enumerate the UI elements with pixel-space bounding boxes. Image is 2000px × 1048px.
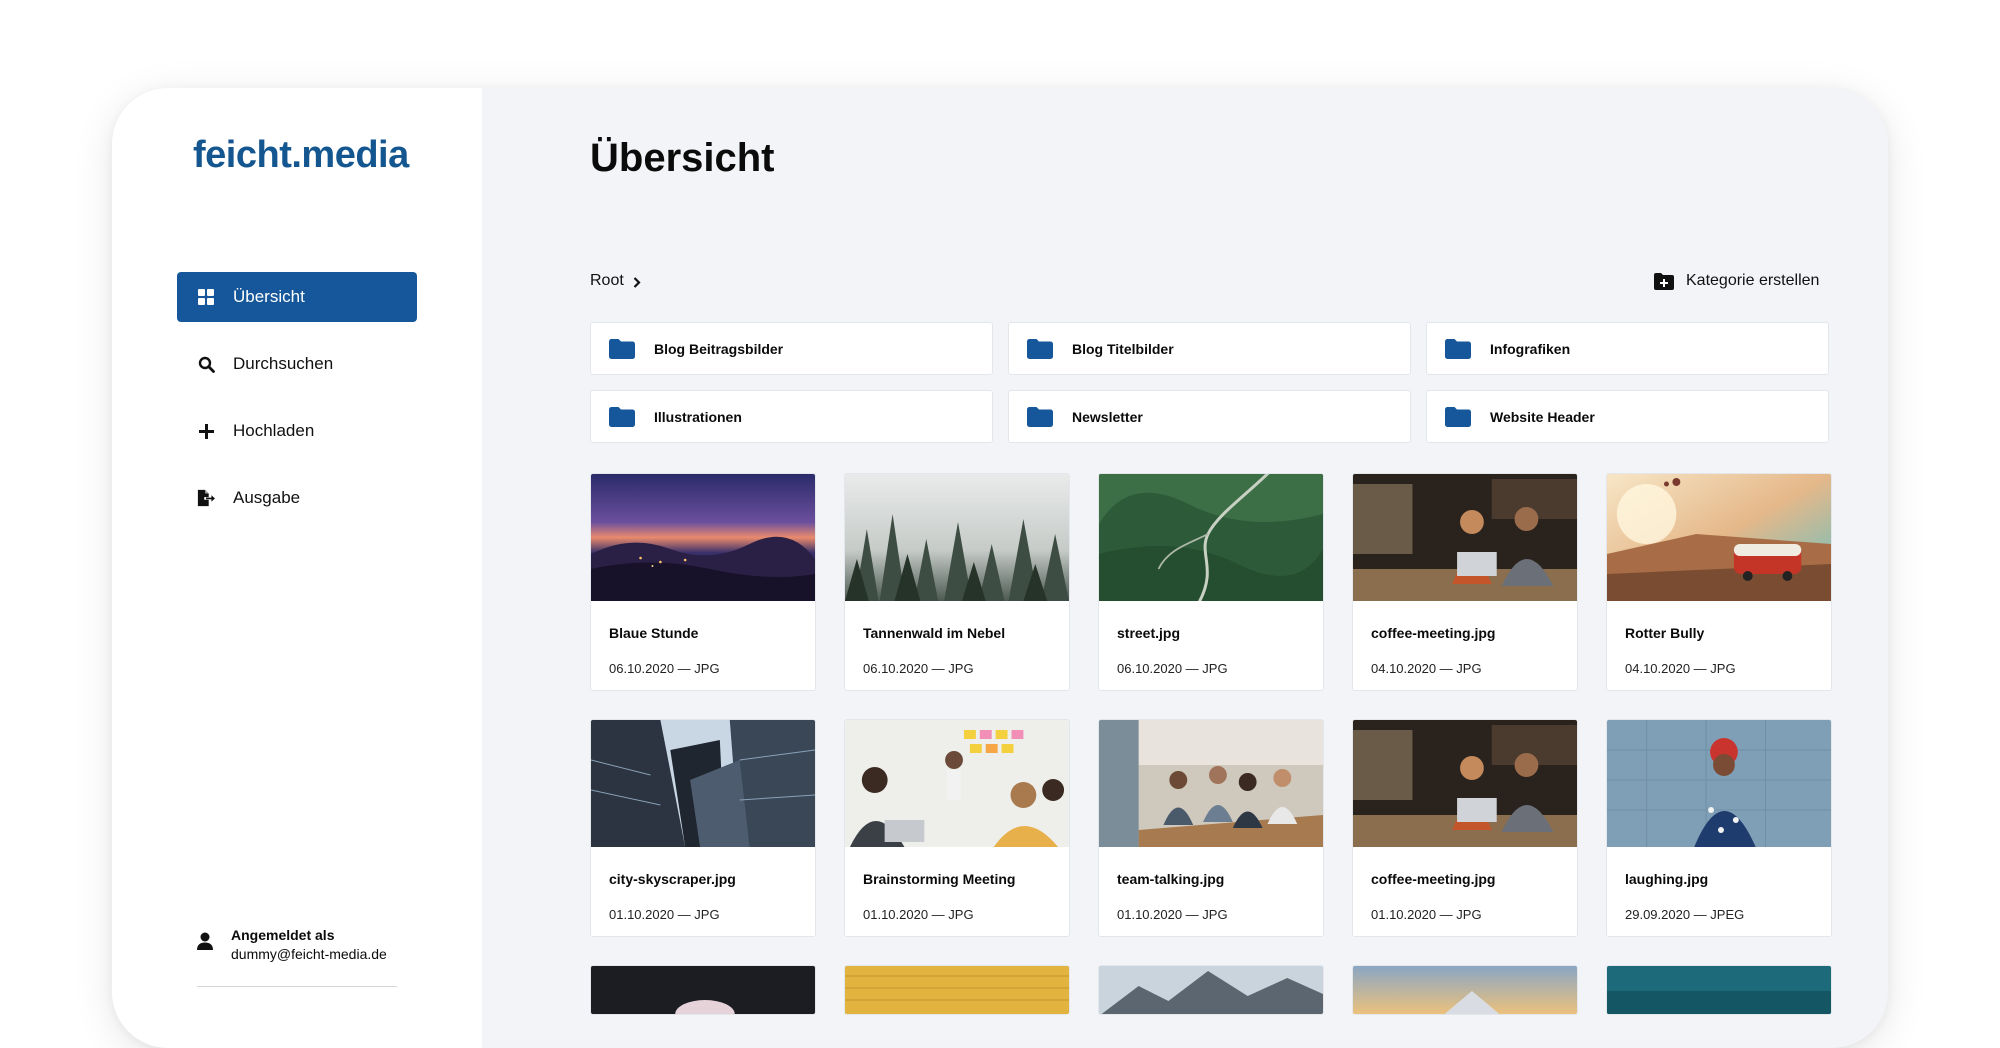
image-card[interactable]: laughing.jpg 29.09.2020 — JPEG xyxy=(1606,719,1832,937)
image-name: street.jpg xyxy=(1117,625,1181,641)
folder-name: Website Header xyxy=(1490,408,1595,425)
image-card[interactable]: team-talking.jpg 01.10.2020 — JPG xyxy=(1098,719,1324,937)
image-card[interactable] xyxy=(844,965,1070,1015)
image-thumbnail xyxy=(1607,474,1831,601)
image-thumbnail xyxy=(1353,966,1577,1014)
image-thumbnail xyxy=(1353,474,1577,601)
logo[interactable]: feicht.media xyxy=(193,134,409,177)
folder-icon xyxy=(1027,338,1053,359)
image-card[interactable] xyxy=(1352,965,1578,1015)
folder-item[interactable]: Website Header xyxy=(1426,390,1829,443)
sidebar: feicht.media Übersicht Durchsuchen Hochl… xyxy=(112,88,482,1048)
nav-label: Ausgabe xyxy=(233,488,301,507)
dashboard-icon xyxy=(197,288,215,306)
chevron-right-icon xyxy=(633,275,643,288)
image-name: team-talking.jpg xyxy=(1117,871,1225,887)
image-thumbnail xyxy=(591,720,815,847)
folder-item[interactable]: Infografiken xyxy=(1426,322,1829,375)
image-card[interactable]: coffee-meeting.jpg 04.10.2020 — JPG xyxy=(1352,473,1578,691)
folder-item[interactable]: Blog Titelbilder xyxy=(1008,322,1411,375)
sidebar-nav: Übersicht Durchsuchen Hochladen Ausgabe xyxy=(177,272,417,540)
divider xyxy=(197,986,397,987)
folder-icon xyxy=(1027,406,1053,427)
user-icon xyxy=(197,932,215,952)
image-name: Brainstorming Meeting xyxy=(863,871,1016,887)
nav-item-ausgabe[interactable]: Ausgabe xyxy=(177,473,417,523)
image-meta: 04.10.2020 — JPG xyxy=(1625,661,1736,676)
image-meta: 01.10.2020 — JPG xyxy=(609,907,720,922)
image-thumbnail xyxy=(1607,966,1831,1014)
search-icon xyxy=(197,355,215,373)
folder-name: Blog Beitragsbilder xyxy=(654,340,784,357)
image-meta: 04.10.2020 — JPG xyxy=(1371,661,1482,676)
create-category-button[interactable]: Kategorie erstellen xyxy=(1654,272,1819,290)
image-name: coffee-meeting.jpg xyxy=(1371,625,1496,641)
folder-name: Illustrationen xyxy=(654,408,742,425)
user-info: Angemeldet als dummy@feicht-media.de xyxy=(197,926,387,964)
image-card[interactable] xyxy=(590,965,816,1015)
image-card[interactable]: city-skyscraper.jpg 01.10.2020 — JPG xyxy=(590,719,816,937)
image-card[interactable]: Tannenwald im Nebel 06.10.2020 — JPG xyxy=(844,473,1070,691)
folder-item[interactable]: Illustrationen xyxy=(590,390,993,443)
nav-label: Hochladen xyxy=(233,421,315,440)
image-meta: 01.10.2020 — JPG xyxy=(1371,907,1482,922)
image-thumbnail xyxy=(1099,966,1323,1014)
image-thumbnail xyxy=(591,966,815,1014)
image-thumbnail xyxy=(1099,474,1323,605)
image-thumbnail xyxy=(845,720,1069,847)
folder-name: Newsletter xyxy=(1072,408,1143,425)
image-name: Blaue Stunde xyxy=(609,625,699,641)
image-thumbnail xyxy=(845,474,1069,601)
page-title: Übersicht xyxy=(590,136,775,180)
image-thumbnail xyxy=(845,966,1069,1014)
nav-item-hochladen[interactable]: Hochladen xyxy=(177,406,417,456)
image-meta: 01.10.2020 — JPG xyxy=(1117,907,1228,922)
image-thumbnail xyxy=(1099,720,1323,847)
image-grid: Blaue Stunde 06.10.2020 — JPG Tannenwald… xyxy=(590,473,1832,1015)
image-thumbnail xyxy=(591,474,815,601)
image-name: Tannenwald im Nebel xyxy=(863,625,1006,641)
main-content: Übersicht Root Kategorie erstellen Blog … xyxy=(482,88,1888,1048)
folder-icon xyxy=(1445,338,1471,359)
image-card[interactable]: coffee-meeting.jpg 01.10.2020 — JPG xyxy=(1352,719,1578,937)
folder-plus-icon xyxy=(1654,272,1674,290)
folder-grid: Blog Beitragsbilder Blog Titelbilder Inf… xyxy=(590,322,1830,443)
breadcrumb: Root xyxy=(590,272,643,290)
image-card[interactable]: Brainstorming Meeting 01.10.2020 — JPG xyxy=(844,719,1070,937)
folder-name: Blog Titelbilder xyxy=(1072,340,1174,357)
image-name: coffee-meeting.jpg xyxy=(1371,871,1496,887)
folder-icon xyxy=(609,406,635,427)
create-category-label: Kategorie erstellen xyxy=(1686,272,1820,289)
image-name: Rotter Bully xyxy=(1625,625,1705,641)
image-meta: 06.10.2020 — JPG xyxy=(863,661,974,676)
folder-item[interactable]: Blog Beitragsbilder xyxy=(590,322,993,375)
folder-name: Infografiken xyxy=(1490,340,1571,357)
folder-icon xyxy=(1445,406,1471,427)
image-card[interactable]: Blaue Stunde 06.10.2020 — JPG xyxy=(590,473,816,691)
image-card[interactable] xyxy=(1606,965,1832,1015)
file-export-icon xyxy=(197,489,215,507)
image-card[interactable]: Rotter Bully 04.10.2020 — JPG xyxy=(1606,473,1832,691)
image-meta: 01.10.2020 — JPG xyxy=(863,907,974,922)
nav-label: Übersicht xyxy=(233,287,305,306)
nav-item-uebersicht[interactable]: Übersicht xyxy=(177,272,417,322)
image-meta: 06.10.2020 — JPG xyxy=(609,661,720,676)
breadcrumb-root[interactable]: Root xyxy=(590,272,624,290)
image-name: city-skyscraper.jpg xyxy=(609,871,736,887)
image-card[interactable] xyxy=(1098,965,1324,1015)
folder-icon xyxy=(609,338,635,359)
user-email: dummy@feicht-media.de xyxy=(231,946,387,962)
image-name: laughing.jpg xyxy=(1625,871,1709,887)
image-meta: 29.09.2020 — JPEG xyxy=(1625,907,1745,922)
image-thumbnail xyxy=(1607,720,1831,847)
image-card[interactable]: street.jpg 06.10.2020 — JPG xyxy=(1098,473,1324,691)
user-label: Angemeldet als xyxy=(231,927,335,943)
nav-label: Durchsuchen xyxy=(233,354,334,373)
plus-icon xyxy=(197,422,215,440)
image-meta: 06.10.2020 — JPG xyxy=(1117,661,1228,676)
image-thumbnail xyxy=(1353,720,1577,847)
app-window: feicht.media Übersicht Durchsuchen Hochl… xyxy=(112,88,1888,1048)
nav-item-durchsuchen[interactable]: Durchsuchen xyxy=(177,339,417,389)
folder-item[interactable]: Newsletter xyxy=(1008,390,1411,443)
